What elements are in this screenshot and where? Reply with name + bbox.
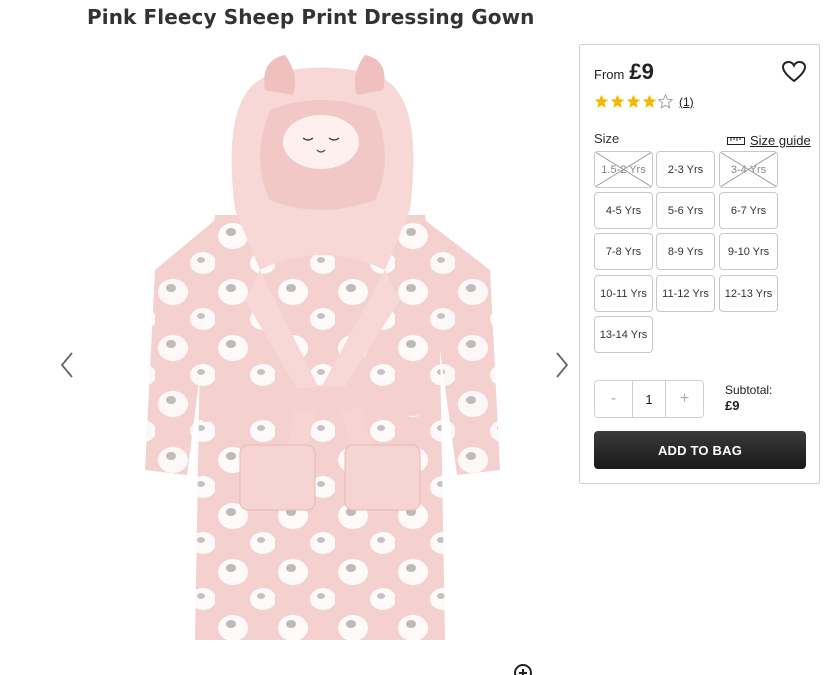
size-option-label: 11-12 Yrs <box>662 287 709 300</box>
size-option[interactable]: 3-4 Yrs <box>719 151 778 188</box>
size-option-label: 8-9 Yrs <box>667 245 704 258</box>
size-option[interactable]: 2-3 Yrs <box>656 151 715 188</box>
review-count-link[interactable]: (1) <box>679 95 694 109</box>
star-empty-icon <box>658 94 673 109</box>
star-filled-icon <box>642 94 657 108</box>
star-filled-icon <box>594 94 609 108</box>
size-option[interactable]: 7-8 Yrs <box>594 233 653 270</box>
price-value: £9 <box>629 59 654 84</box>
size-option-label: 12-13 Yrs <box>724 287 773 300</box>
chevron-left-icon[interactable] <box>55 345 79 385</box>
product-image[interactable] <box>95 50 545 650</box>
unavailable-cross-icon <box>720 152 777 187</box>
price: From £9 <box>594 59 654 85</box>
size-option-label: 6-7 Yrs <box>730 204 767 217</box>
size-option[interactable]: 11-12 Yrs <box>656 275 715 312</box>
star-filled-icon <box>610 94 625 108</box>
size-option-label: 5-6 Yrs <box>667 204 704 217</box>
purchase-panel: From £9 (1) Size Size guide 1.5-2 <box>579 44 820 484</box>
quantity-increase-button[interactable]: + <box>666 381 703 417</box>
star-filled-icon <box>626 94 641 108</box>
product-page: Pink Fleecy Sheep Print Dressing Gown Fr… <box>0 0 827 675</box>
size-option-label: 4-5 Yrs <box>605 204 642 217</box>
price-from-label: From <box>594 67 625 82</box>
size-option-label: 2-3 Yrs <box>667 163 704 176</box>
size-option[interactable]: 8-9 Yrs <box>656 233 715 270</box>
size-option[interactable]: 6-7 Yrs <box>719 192 778 229</box>
size-option-label: 10-11 Yrs <box>600 287 647 300</box>
add-to-bag-button[interactable]: ADD TO BAG <box>594 431 806 469</box>
unavailable-cross-icon <box>595 152 652 187</box>
size-label: Size <box>594 131 620 146</box>
size-option-label: 13-14 Yrs <box>599 328 648 341</box>
size-option[interactable]: 13-14 Yrs <box>594 316 653 353</box>
ruler-icon <box>727 136 745 145</box>
zoom-in-icon[interactable] <box>513 663 533 675</box>
size-option[interactable]: 10-11 Yrs <box>594 275 653 312</box>
star-rating: (1) <box>594 94 694 109</box>
quantity-input[interactable]: 1 <box>632 381 666 417</box>
chevron-right-icon[interactable] <box>550 345 574 385</box>
subtotal-value: £9 <box>725 398 740 413</box>
image-gallery <box>50 40 580 665</box>
subtotal: Subtotal: £9 <box>725 383 772 413</box>
size-guide-link[interactable]: Size guide <box>727 133 811 148</box>
size-guide-label: Size guide <box>750 133 811 148</box>
size-option[interactable]: 5-6 Yrs <box>656 192 715 229</box>
size-option-label: 7-8 Yrs <box>605 245 642 258</box>
quantity-decrease-button[interactable]: - <box>595 381 632 417</box>
size-option[interactable]: 4-5 Yrs <box>594 192 653 229</box>
size-option[interactable]: 1.5-2 Yrs <box>594 151 653 188</box>
size-option[interactable]: 9-10 Yrs <box>719 233 778 270</box>
page-title: Pink Fleecy Sheep Print Dressing Gown <box>87 5 535 29</box>
heart-outline-icon[interactable] <box>781 60 807 84</box>
size-option-label: 9-10 Yrs <box>727 245 770 258</box>
size-option[interactable]: 12-13 Yrs <box>719 275 778 312</box>
subtotal-label: Subtotal: <box>725 383 773 397</box>
quantity-stepper: - 1 + <box>594 380 704 418</box>
